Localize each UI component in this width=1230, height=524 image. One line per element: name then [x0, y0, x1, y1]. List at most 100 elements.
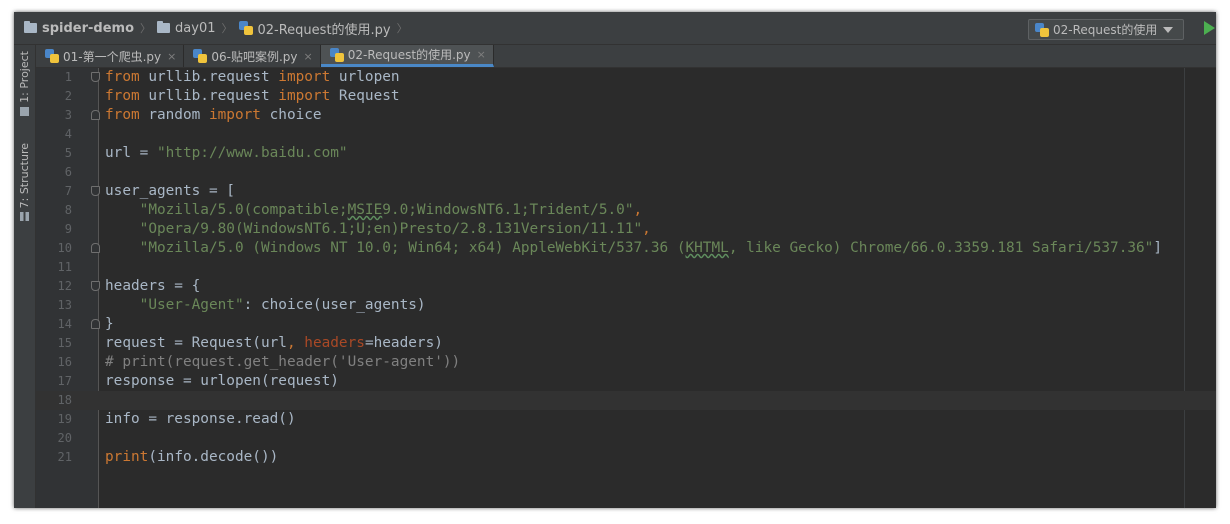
editor-tabs: 01-第一个爬虫.py × 06-贴吧案例.py × 02-Request的使用…	[36, 45, 1216, 68]
code-token: , like Gecko) Chrome/66.0.3359.181 Safar…	[728, 240, 1154, 256]
code-line[interactable]: 11	[36, 258, 1216, 277]
structure-icon	[20, 212, 29, 222]
code-line[interactable]: 17 response = urlopen(request)	[36, 372, 1216, 391]
tool-window-strip: 1: Project 7: Structure	[14, 45, 36, 508]
code-token: import	[278, 69, 331, 85]
python-file-icon	[238, 21, 253, 35]
tab-06-tieba-case[interactable]: 06-贴吧案例.py ×	[184, 45, 321, 67]
ide-window: spider-demo 〉 day01 〉 02-Request的使用.py 〉…	[14, 12, 1216, 508]
breadcrumb-item-file[interactable]: 02-Request的使用.py	[238, 19, 391, 38]
code-token: import	[208, 107, 261, 123]
breadcrumb: spider-demo 〉 day01 〉 02-Request的使用.py 〉	[24, 12, 414, 44]
code-token: urllib.request	[139, 69, 279, 85]
code-token: response = urlopen(request)	[105, 373, 339, 389]
structure-tool-label: 7: Structure	[18, 143, 31, 209]
fold-marker-icon[interactable]	[91, 281, 100, 291]
code-token: Request	[330, 88, 400, 104]
code-token: headers	[304, 335, 365, 351]
code-token: urllib.request	[139, 88, 279, 104]
breadcrumb-separator-icon: 〉	[221, 22, 233, 35]
code-line[interactable]: 8 "Mozilla/5.0(compatible;MSIE9.0;Window…	[36, 201, 1216, 220]
tab-label: 06-贴吧案例.py	[211, 49, 298, 64]
code-token: user_agents = [	[105, 183, 235, 199]
code-line[interactable]: 9 "Opera/9.80(WindowsNT6.1;U;en)Presto/2…	[36, 220, 1216, 239]
code-line[interactable]: 15 request = Request(url, headers=header…	[36, 334, 1216, 353]
line-number: 11	[57, 260, 72, 274]
python-file-icon	[329, 47, 344, 62]
breadcrumb-label: spider-demo	[42, 20, 135, 36]
code-token: info = response.read()	[105, 411, 296, 427]
fold-marker-icon[interactable]	[91, 319, 100, 329]
project-tool-label: 1: Project	[18, 51, 31, 103]
code-line[interactable]: 16 # print(request.get_header('User-agen…	[36, 353, 1216, 372]
line-number: 14	[57, 317, 72, 331]
fold-marker-icon[interactable]	[91, 72, 100, 82]
code-line[interactable]: 2 from urllib.request import Request	[36, 87, 1216, 106]
code-line[interactable]: 5 url = "http://www.baidu.com"	[36, 144, 1216, 163]
breadcrumb-item-folder[interactable]: day01	[157, 21, 216, 36]
code-token: print	[105, 449, 149, 465]
tab-02-request-usage[interactable]: 02-Request的使用.py ×	[320, 45, 494, 67]
line-number: 6	[64, 165, 72, 179]
code-token: headers = {	[105, 278, 201, 294]
structure-tool-tab[interactable]: 7: Structure	[16, 143, 33, 222]
fold-marker-icon[interactable]	[91, 186, 100, 196]
code-token: ,	[642, 221, 651, 237]
line-number: 18	[57, 393, 72, 407]
fold-marker-icon[interactable]	[91, 243, 100, 253]
code-line[interactable]: 21 print(info.decode())	[36, 448, 1216, 467]
navigation-bar: spider-demo 〉 day01 〉 02-Request的使用.py 〉…	[14, 12, 1216, 45]
line-number: 21	[57, 450, 72, 464]
run-configuration-select[interactable]: 02-Request的使用	[1028, 19, 1184, 40]
code-line[interactable]: 19 info = response.read()	[36, 410, 1216, 429]
code-line[interactable]: 10 "Mozilla/5.0 (Windows NT 10.0; Win64;…	[36, 239, 1216, 258]
code-line[interactable]: 14 }	[36, 315, 1216, 334]
run-configuration-label: 02-Request的使用	[1053, 23, 1158, 37]
tab-label: 01-第一个爬虫.py	[63, 49, 162, 64]
line-number: 19	[57, 412, 72, 426]
folder-icon	[157, 21, 171, 33]
line-number: 10	[57, 241, 72, 255]
fold-marker-icon[interactable]	[91, 110, 100, 120]
project-tool-tab[interactable]: 1: Project	[16, 51, 33, 116]
code-editor[interactable]: 1 from urllib.request import urlopen 2 f…	[36, 68, 1216, 508]
code-token: MSIE	[347, 202, 383, 218]
chevron-down-icon	[1163, 26, 1173, 33]
code-line[interactable]: 6	[36, 163, 1216, 182]
code-line[interactable]: 3 from random import choice	[36, 106, 1216, 125]
code-line[interactable]: 12 headers = {	[36, 277, 1216, 296]
code-token: from	[105, 88, 140, 104]
line-number: 5	[64, 146, 72, 160]
code-token: random	[139, 107, 209, 123]
code-token: choice	[260, 107, 322, 123]
code-token: ]	[1153, 240, 1163, 256]
line-number: 17	[57, 374, 72, 388]
python-file-icon	[1035, 22, 1049, 37]
line-number: 12	[57, 279, 72, 293]
line-number: 8	[64, 203, 72, 217]
breadcrumb-label: 02-Request的使用.py	[257, 22, 391, 38]
code-line[interactable]: 20	[36, 429, 1216, 448]
python-file-icon	[193, 49, 208, 63]
code-line-current[interactable]: 18	[36, 391, 1216, 410]
code-line[interactable]: 7 user_agents = [	[36, 182, 1216, 201]
run-icon[interactable]	[1204, 21, 1215, 35]
line-number: 1	[64, 70, 72, 84]
close-icon[interactable]: ×	[167, 50, 176, 63]
code-token: # print(request.get_header('User-agent')…	[105, 354, 461, 370]
tab-01-first-spider[interactable]: 01-第一个爬虫.py ×	[36, 45, 185, 67]
code-token: }	[105, 316, 114, 332]
line-number: 16	[57, 355, 72, 369]
close-icon[interactable]: ×	[304, 50, 313, 63]
code-token: from	[105, 69, 140, 85]
code-line[interactable]: 13 "User-Agent": choice(user_agents)	[36, 296, 1216, 315]
code-token: urlopen	[330, 69, 400, 85]
breadcrumb-separator-icon: 〉	[396, 22, 408, 35]
code-line[interactable]: 1 from urllib.request import urlopen	[36, 68, 1216, 87]
line-number: 13	[57, 298, 72, 312]
close-icon[interactable]: ×	[477, 48, 486, 61]
breadcrumb-item-project[interactable]: spider-demo	[24, 21, 134, 36]
code-line[interactable]: 4	[36, 125, 1216, 144]
